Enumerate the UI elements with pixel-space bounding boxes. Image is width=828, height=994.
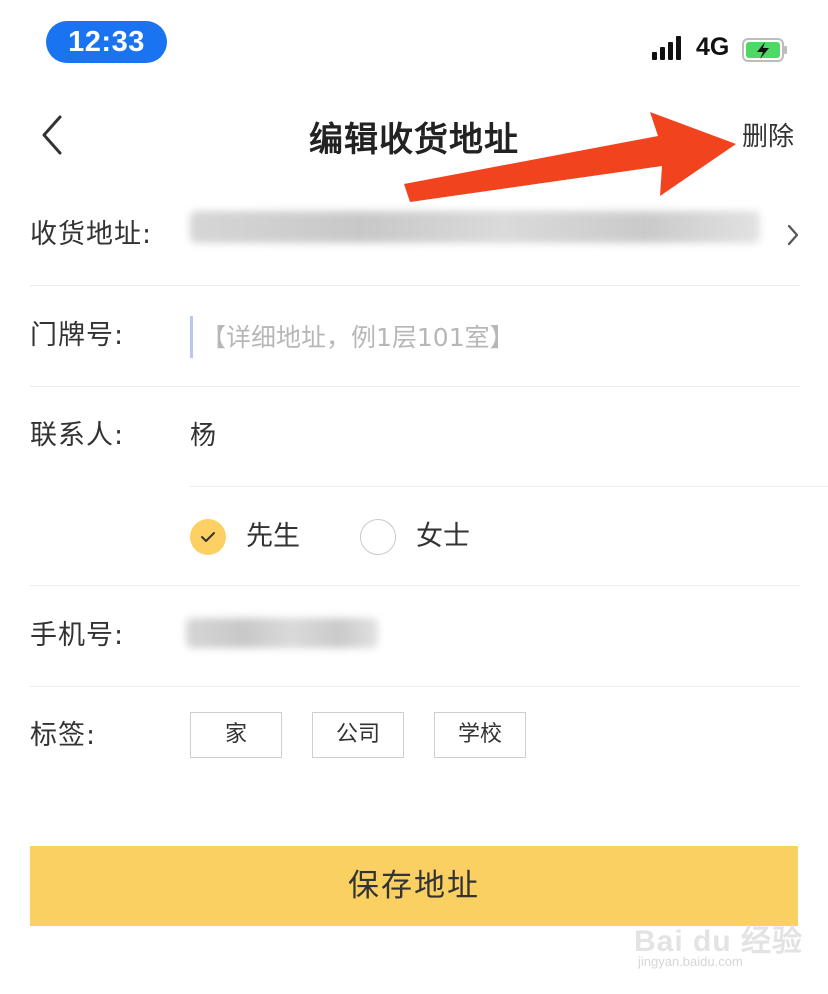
address-label: 收货地址:	[30, 219, 153, 250]
door-number-row: 门牌号:	[30, 286, 800, 387]
navigation-bar: 编辑收货地址 删除	[0, 90, 828, 180]
watermark-subtext: jingyan.baidu.com	[638, 954, 743, 969]
contact-name-value[interactable]: 杨	[190, 386, 216, 486]
contact-label: 联系人:	[30, 420, 125, 451]
baidu-watermark: Bai du 经验 jingyan.baidu.com	[634, 902, 814, 982]
tag-company[interactable]: 公司	[312, 712, 404, 758]
tags-row: 标签: 家 公司 学校	[30, 686, 800, 786]
door-number-label: 门牌号:	[30, 320, 125, 351]
page-title: 编辑收货地址	[309, 120, 519, 160]
radio-mr-checked[interactable]	[190, 519, 226, 555]
chevron-right-icon[interactable]	[786, 223, 800, 247]
door-number-input[interactable]	[190, 316, 783, 358]
check-icon	[201, 532, 215, 542]
tags-label: 标签:	[30, 720, 97, 751]
gender-selector: 先生 女士	[190, 486, 828, 587]
status-bar: 12:33 4G	[0, 0, 828, 80]
address-value-blurred	[190, 211, 760, 243]
phone-row: 手机号:	[30, 586, 800, 687]
radio-ms-unchecked[interactable]	[360, 519, 396, 555]
tag-home[interactable]: 家	[190, 712, 282, 758]
contact-row: 联系人: 杨	[30, 386, 800, 486]
signal-icon	[652, 36, 688, 60]
phone-label: 手机号:	[30, 620, 125, 651]
network-type: 4G	[696, 33, 730, 61]
status-time: 12:33	[46, 21, 167, 63]
gender-option-mr[interactable]: 先生	[246, 487, 300, 587]
phone-value-blurred[interactable]	[186, 618, 378, 648]
address-row[interactable]: 收货地址:	[30, 185, 800, 286]
tag-school[interactable]: 学校	[434, 712, 526, 758]
battery-charging-icon	[742, 38, 787, 62]
gender-option-ms[interactable]: 女士	[416, 487, 470, 587]
delete-button[interactable]: 删除	[742, 116, 794, 153]
